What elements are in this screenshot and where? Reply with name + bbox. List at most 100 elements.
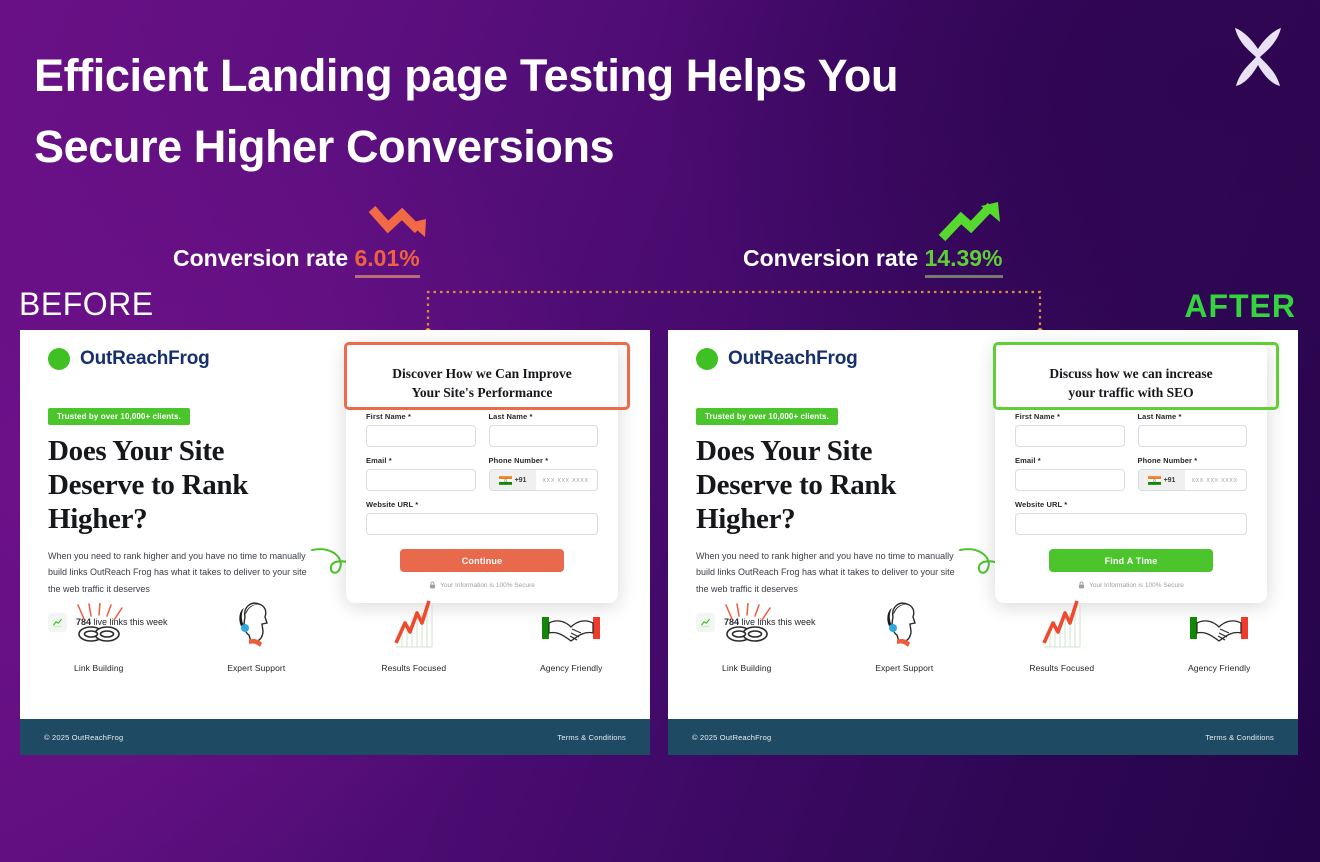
headset-person-icon	[231, 597, 281, 655]
label-phone: Phone Number *	[488, 456, 549, 466]
page-title: Efficient Landing page Testing Helps You…	[34, 40, 1064, 182]
hero-heading-line-1: Does Your Site	[48, 435, 225, 467]
x-logo-icon	[1235, 28, 1281, 86]
form-fields-before: First Name * Last Name * Email * Phone N…	[346, 412, 618, 589]
brand-logo: OutReachFrog	[48, 348, 348, 370]
feature-caption: Agency Friendly	[540, 663, 603, 673]
label-first-name: First Name *	[1015, 412, 1060, 422]
input-first-name[interactable]	[1015, 425, 1125, 448]
hero-heading: Does Your Site Deserve to Rank Higher?	[696, 434, 996, 537]
hero-heading-line-2: Deserve to Rank	[696, 469, 897, 502]
label-before: BEFORE	[19, 286, 154, 322]
lead-form-after: Discuss how we can increase your traffic…	[995, 344, 1267, 604]
feature-row-after: Link Building Expert Support Results Foc…	[668, 587, 1298, 673]
input-first-name[interactable]	[366, 425, 476, 448]
field-email: Email *	[366, 456, 476, 492]
feature-row-before: Link Building Expert Support Results Foc…	[20, 587, 650, 673]
submit-button-after[interactable]: Find A Time	[1049, 549, 1213, 573]
submit-button-before[interactable]: Continue	[400, 549, 564, 573]
comparison-connector	[424, 290, 1044, 336]
input-phone[interactable]: +91 xxx xxx xxxx	[1137, 469, 1247, 492]
landing-page-before: OutReachFrog Trusted by over 10,000+ cli…	[20, 330, 650, 755]
field-first-name: First Name *	[366, 412, 476, 448]
input-website[interactable]	[1015, 513, 1247, 536]
form-title-after: Discuss how we can increase your traffic…	[995, 344, 1267, 412]
footer-terms[interactable]: Terms & Conditions	[557, 733, 626, 742]
feature-results-focused: Results Focused	[983, 587, 1141, 673]
hero-heading-line-3: Higher?	[48, 503, 148, 536]
hero-heading-line-3: Higher?	[696, 503, 796, 536]
down-arrow-icon	[368, 206, 426, 237]
frog-dot-icon	[696, 348, 718, 370]
feature-caption: Link Building	[722, 663, 772, 673]
input-website[interactable]	[366, 513, 598, 536]
input-email[interactable]	[1015, 469, 1125, 492]
metric-before-label: Conversion rate	[173, 245, 349, 271]
up-arrow-icon	[938, 202, 1000, 242]
label-website: Website URL *	[366, 500, 419, 510]
trust-badge: Trusted by over 10,000+ clients.	[696, 408, 838, 425]
headline-line-2: Secure Higher Conversions	[34, 121, 615, 173]
feature-link-building: Link Building	[20, 587, 178, 673]
feature-caption: Results Focused	[1029, 663, 1095, 673]
headset-person-icon	[879, 597, 929, 655]
label-last-name: Last Name *	[1137, 412, 1182, 422]
brand-name: OutReachFrog	[80, 348, 210, 369]
growth-chart-icon	[388, 597, 440, 655]
input-last-name[interactable]	[1137, 425, 1247, 448]
landing-body-after: OutReachFrog Trusted by over 10,000+ cli…	[668, 330, 1298, 719]
label-after: AFTER	[1184, 288, 1296, 324]
metric-after-value: 14.39%	[924, 245, 1003, 278]
india-flag-icon	[1147, 475, 1161, 485]
field-last-name: Last Name *	[1137, 412, 1247, 448]
form-fields-after: First Name * Last Name * Email * Phone N…	[995, 412, 1267, 589]
growth-chart-icon	[1036, 597, 1088, 655]
label-last-name: Last Name *	[488, 412, 533, 422]
feature-expert-support: Expert Support	[826, 587, 984, 673]
frog-dot-icon	[48, 348, 70, 370]
handshake-icon	[541, 597, 601, 655]
feature-expert-support: Expert Support	[178, 587, 336, 673]
input-last-name[interactable]	[488, 425, 598, 448]
form-title-before: Discover How we Can Improve Your Site's …	[346, 344, 618, 412]
handshake-icon	[1189, 597, 1249, 655]
hero-heading: Does Your Site Deserve to Rank Higher?	[48, 434, 348, 537]
india-flag-icon	[498, 475, 512, 485]
country-selector[interactable]: +91	[489, 470, 536, 491]
broken-chain-icon	[70, 597, 128, 655]
hero-heading-line-1: Does Your Site	[696, 435, 873, 467]
label-email: Email *	[1015, 456, 1041, 466]
metric-after-label: Conversion rate	[743, 245, 919, 271]
country-code: +91	[514, 476, 527, 484]
label-email: Email *	[366, 456, 392, 466]
feature-results-focused: Results Focused	[335, 587, 493, 673]
field-website: Website URL *	[366, 500, 598, 536]
landing-footer-after: © 2025 OutReachFrog Terms & Conditions	[668, 719, 1298, 755]
input-phone[interactable]: +91 xxx xxx xxxx	[488, 469, 598, 492]
country-selector[interactable]: +91	[1138, 470, 1185, 491]
phone-placeholder: xxx xxx xxxx	[1191, 476, 1238, 484]
field-last-name: Last Name *	[488, 412, 598, 448]
form-title-before-line-2: Your Site's Performance	[411, 385, 553, 401]
feature-caption: Link Building	[74, 663, 124, 673]
slide-background: Efficient Landing page Testing Helps You…	[0, 0, 1320, 862]
feature-agency-friendly: Agency Friendly	[1141, 587, 1299, 673]
feature-caption: Expert Support	[227, 663, 286, 673]
landing-footer-before: © 2025 OutReachFrog Terms & Conditions	[20, 719, 650, 755]
form-title-after-line-2: your traffic with SEO	[1068, 385, 1194, 401]
brand-name: OutReachFrog	[728, 348, 858, 369]
feature-caption: Agency Friendly	[1188, 663, 1251, 673]
form-title-before-line-1: Discover How we Can Improve	[392, 366, 572, 381]
field-phone: Phone Number * +91 xxx xxx xxxx	[1137, 456, 1247, 492]
feature-caption: Expert Support	[875, 663, 934, 673]
headline-line-1: Efficient Landing page Testing Helps You	[34, 50, 899, 101]
footer-terms[interactable]: Terms & Conditions	[1205, 733, 1274, 742]
label-website: Website URL *	[1015, 500, 1068, 510]
form-title-after-line-1: Discuss how we can increase	[1049, 366, 1213, 381]
input-email[interactable]	[366, 469, 476, 492]
feature-link-building: Link Building	[668, 587, 826, 673]
trust-badge: Trusted by over 10,000+ clients.	[48, 408, 190, 425]
label-phone: Phone Number *	[1137, 456, 1198, 466]
feature-caption: Results Focused	[381, 663, 447, 673]
metric-before-value: 6.01%	[354, 245, 420, 278]
